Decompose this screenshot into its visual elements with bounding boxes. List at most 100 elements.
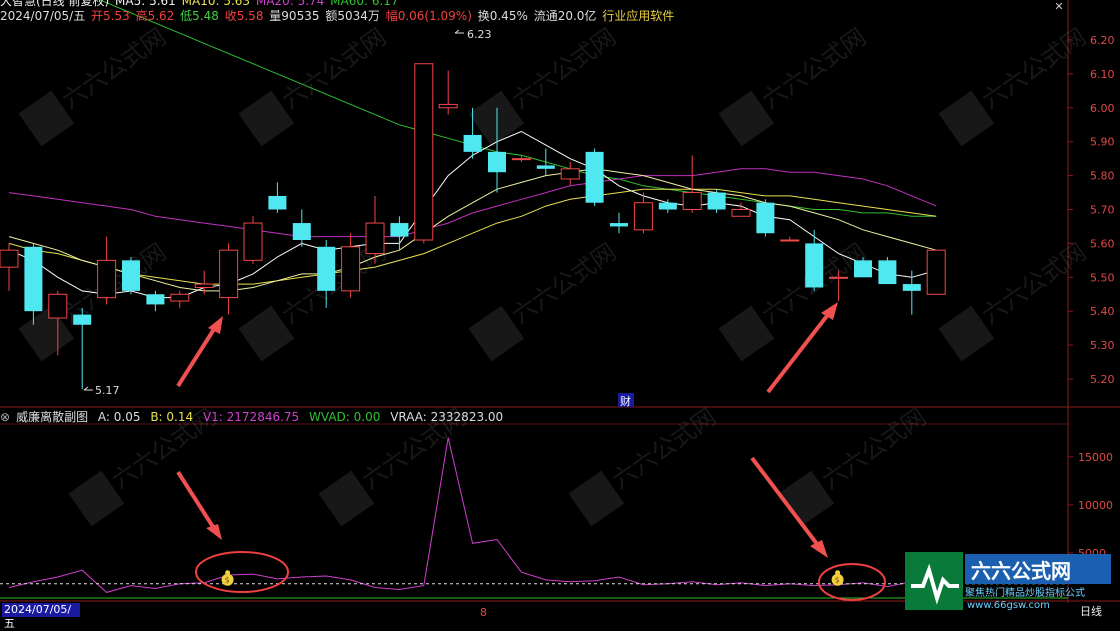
quote-volume: 量90535 xyxy=(269,9,320,23)
cursor-date: 2024/07/05/五 xyxy=(2,603,80,630)
sub-a: A: 0.05 xyxy=(97,410,141,424)
low-annotation: 5.17 xyxy=(83,384,120,397)
price-tick-label: 5.70 xyxy=(1090,204,1115,217)
candle[interactable] xyxy=(878,256,897,285)
candle[interactable] xyxy=(560,162,580,186)
price-tick-label: 5.40 xyxy=(1090,305,1115,318)
watermark: 六六公式网 xyxy=(18,23,171,147)
watermark: 六六公式网 xyxy=(468,238,621,362)
price-tick-label: 5.30 xyxy=(1090,339,1115,352)
site-logo: 六六公式网 聚焦热门精品炒股指标公式 www.66gsw.com xyxy=(905,552,1111,611)
quote-float: 流通20.0亿 xyxy=(533,9,597,23)
logo-slogan: 聚焦热门精品炒股指标公式 xyxy=(965,586,1085,599)
candle[interactable] xyxy=(268,182,287,213)
candle[interactable] xyxy=(243,216,263,264)
sub-b: B: 0.14 xyxy=(150,410,194,424)
candle[interactable] xyxy=(170,290,190,308)
quote-amount: 额5034万 xyxy=(325,9,380,23)
price-tick-label: 5.80 xyxy=(1090,170,1115,183)
candle[interactable] xyxy=(97,236,117,305)
sub-chart-header: ⊗ 威廉离散副图 A: 0.05 B: 0.14 V1: 2172846.75 W… xyxy=(0,409,1068,425)
sub-title[interactable]: 威廉离散副图 xyxy=(16,410,88,424)
high-annotation: 6.23 xyxy=(454,28,492,41)
event-marker[interactable]: 财 xyxy=(620,394,631,408)
low-label: 5.17 xyxy=(95,384,120,397)
watermark: 六六公式网 xyxy=(718,238,871,362)
money-bag-icon: $ xyxy=(221,570,234,586)
watermark-text: 六六公式网 xyxy=(507,238,621,330)
candle[interactable] xyxy=(24,243,43,325)
candle[interactable] xyxy=(438,70,458,115)
watermark: 六六公式网 xyxy=(938,238,1091,362)
candle[interactable] xyxy=(341,233,361,298)
candle[interactable] xyxy=(390,216,409,251)
quote-change: 幅0.06(1.09%) xyxy=(385,9,472,23)
bottom-marker: 8 xyxy=(480,606,487,619)
candle[interactable] xyxy=(146,290,165,312)
price-axis: 6.20 6.10 6.00 5.90 5.80 5.70 5.60 5.50 5.40 5.30… xyxy=(1068,34,1115,386)
sub-close-icon[interactable]: ⊗ xyxy=(0,410,10,424)
sub-tick-label: 10000 xyxy=(1078,499,1113,512)
candle[interactable] xyxy=(122,256,140,295)
arrow-down-icon xyxy=(176,470,222,540)
price-tick-label: 5.60 xyxy=(1090,237,1115,250)
stock-name[interactable]: 大智慧(日线 前复权) xyxy=(0,0,109,8)
sub-vraa: VRAA: 2332823.00 xyxy=(390,410,504,424)
quote-sector[interactable]: 行业应用软件 xyxy=(602,9,674,23)
price-tick-label: 5.50 xyxy=(1090,271,1115,284)
candle[interactable] xyxy=(682,155,702,213)
ma20-label: MA20: 5.74 xyxy=(255,0,325,8)
candle[interactable] xyxy=(292,209,311,247)
watermark: 六六公式网 xyxy=(938,23,1091,147)
highlight-circle xyxy=(818,563,886,601)
candle[interactable] xyxy=(73,307,92,390)
watermark-text: 六六公式网 xyxy=(57,23,171,115)
quote-low: 低5.48 xyxy=(180,9,219,23)
quote-date: 2024/07/05/五 xyxy=(0,9,86,23)
candle[interactable] xyxy=(902,270,921,315)
sub-tick-label: 15000 xyxy=(1078,451,1113,464)
price-tick-label: 5.90 xyxy=(1090,136,1115,149)
price-tick-label: 6.00 xyxy=(1090,102,1115,115)
watermark-text: 六六公式网 xyxy=(977,23,1091,115)
price-tick-label: 6.20 xyxy=(1090,34,1115,47)
svg-text:$: $ xyxy=(225,576,230,585)
svg-text:$: $ xyxy=(835,576,840,585)
candle[interactable] xyxy=(756,199,775,237)
candle[interactable] xyxy=(536,148,555,176)
candle[interactable] xyxy=(610,212,628,234)
quote-turnover: 换0.45% xyxy=(477,9,528,23)
candle[interactable] xyxy=(365,195,385,264)
quote-info-bar: 2024/07/05/五 开5.53 高5.62 低5.48 收5.58 量90… xyxy=(0,8,1068,24)
arrow-up-icon xyxy=(176,316,223,388)
candle[interactable] xyxy=(414,63,434,244)
candle[interactable] xyxy=(585,148,604,207)
candlestick-series xyxy=(0,63,946,390)
price-tick-label: 5.20 xyxy=(1090,373,1115,386)
watermark: 六六公式网 xyxy=(468,23,621,147)
candle[interactable] xyxy=(0,243,19,291)
close-icon[interactable]: ✕ xyxy=(1052,0,1066,14)
candle[interactable] xyxy=(219,243,239,315)
candle[interactable] xyxy=(805,229,824,291)
watermark: 六六公式网 xyxy=(718,23,871,147)
high-label: 6.23 xyxy=(467,28,492,41)
sub-axis: 15000100005000 xyxy=(1068,451,1113,560)
money-bag-icon: $ xyxy=(831,570,844,586)
ma60-label: MA60: 6.17 xyxy=(330,0,399,8)
sub-wvad: WVAD: 0.00 xyxy=(309,410,381,424)
quote-high: 高5.62 xyxy=(135,9,175,23)
candle[interactable] xyxy=(926,249,946,295)
sub-v1: V1: 2172846.75 xyxy=(202,410,300,424)
candle[interactable] xyxy=(780,236,800,242)
candle[interactable] xyxy=(633,192,653,234)
price-chart[interactable]: 六六公式网 六六公式网 六六公式网 六六公式网 六六公式网六六公式网 六六公式网六六公式网… xyxy=(0,0,1120,623)
watermark-text: 六六公式网 xyxy=(277,23,391,115)
candle[interactable] xyxy=(707,189,726,213)
logo-url: www.66gsw.com xyxy=(967,600,1050,610)
candle[interactable] xyxy=(511,155,531,163)
watermark-text: 六六公式网 xyxy=(757,23,871,115)
ma10-label: MA10: 5.63 xyxy=(181,0,251,8)
quote-close: 收5.58 xyxy=(224,9,264,23)
highlight-circle xyxy=(195,551,289,593)
